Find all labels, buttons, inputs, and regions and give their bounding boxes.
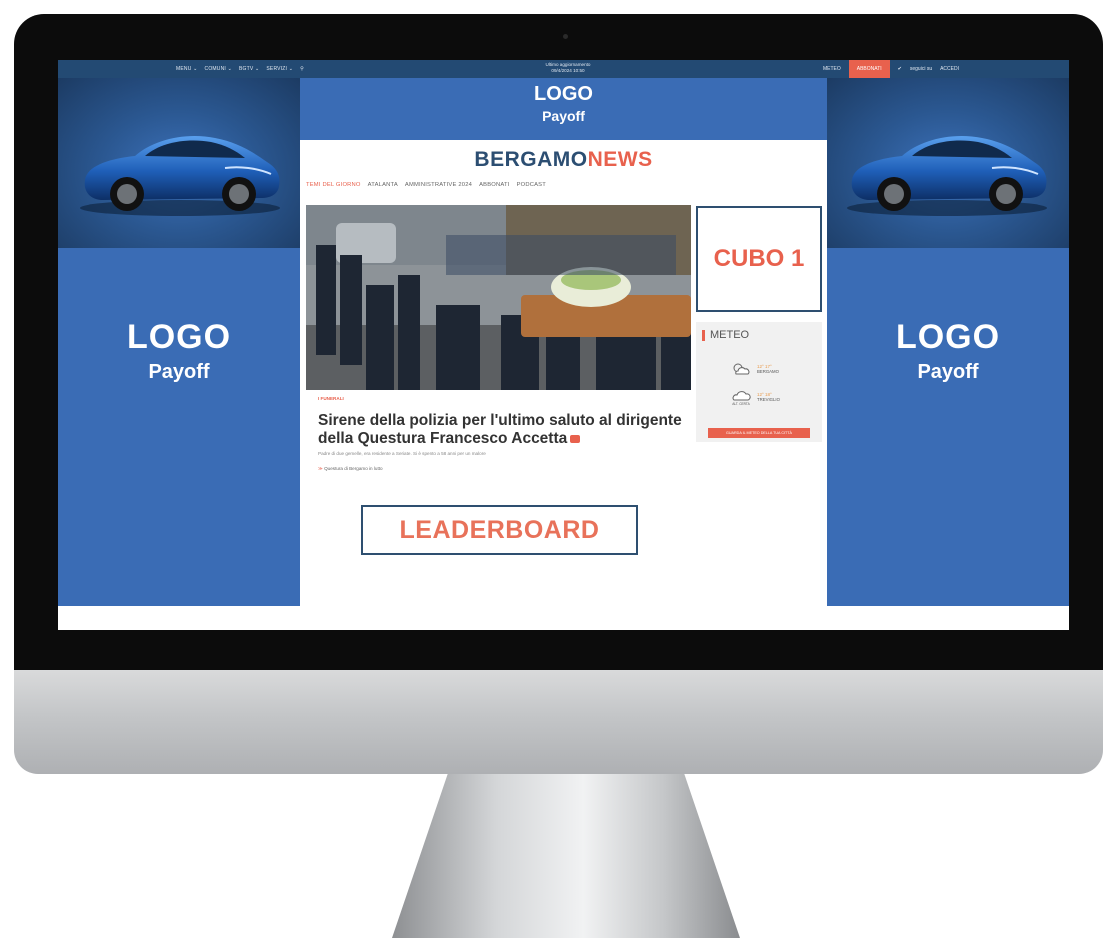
meteo-link[interactable]: METEO <box>823 66 841 72</box>
meteo-city-button[interactable]: GUARDA IL METEO DELLA TUA CITTÀ <box>708 428 810 438</box>
last-update-time: 09/4/2024 10:50 <box>551 68 585 73</box>
top-right-links: METEO ABBONATI ✔ seguici su ACCEDI <box>823 60 959 78</box>
website-content: BERGAMONEWS TEMI DEL GIORNO ATALANTA AMM… <box>300 140 827 630</box>
cubo-label: CUBO 1 <box>713 245 805 272</box>
site-logo[interactable]: BERGAMONEWS <box>300 148 827 172</box>
menu-item-amministrative[interactable]: AMMINISTRATIVE 2024 <box>405 182 472 188</box>
meteo-row-bergamo[interactable]: 12° 17° BERGAMO <box>730 362 779 376</box>
article-headline[interactable]: Sirene della polizia per l'ultimo saluto… <box>318 412 688 448</box>
chevron-down-icon: ⌄ <box>255 66 260 72</box>
search-icon[interactable]: ⚲ <box>300 66 304 72</box>
skin-right-logo-block: LOGO Payoff <box>827 318 1069 384</box>
article-hero-image[interactable] <box>306 205 691 390</box>
nav-bgtv[interactable]: BGTV ⌄ <box>239 66 259 72</box>
meteo-row-treviglio[interactable]: ALT. CERTA 12° 18° TREVIGLIO <box>730 388 780 406</box>
cubo-ad[interactable]: CUBO 1 <box>696 206 822 312</box>
chevron-down-icon: ⌄ <box>227 66 232 72</box>
camera-icon <box>563 34 568 39</box>
social-icon[interactable]: ✔ <box>898 66 902 72</box>
car-image <box>80 136 280 216</box>
skin-right-banner[interactable]: LOGO Payoff <box>827 78 1069 606</box>
skin-top-banner[interactable]: LOGO Payoff <box>300 78 827 140</box>
skin-left-logo: LOGO <box>126 318 232 356</box>
monitor-stand <box>392 774 740 938</box>
desktop-mockup: MENU ⌄ COMUNI ⌄ BGTV ⌄ SERVIZI ⌄ ⚲ Ultim… <box>0 0 1103 938</box>
meteo-title: METEO <box>702 330 749 341</box>
nav-comuni[interactable]: COMUNI ⌄ <box>205 66 232 72</box>
menu-item-abbonati[interactable]: ABBONATI <box>479 182 509 188</box>
funeral-photo <box>306 205 691 390</box>
accedi-link[interactable]: ACCEDI <box>940 66 959 72</box>
chevron-down-icon: ⌄ <box>193 66 198 72</box>
skin-left-logo-block: LOGO Payoff <box>58 318 300 384</box>
monitor-chin <box>14 670 1103 774</box>
menu-item-temi[interactable]: TEMI DEL GIORNO <box>306 182 361 188</box>
meteo-city-bergamo: BERGAMO <box>757 369 779 374</box>
chevron-down-icon: ⌄ <box>288 66 294 72</box>
skin-top-payoff: Payoff <box>542 108 585 124</box>
social-label: seguici su <box>909 66 933 72</box>
article-subtext: Padre di due gemelle, era residente a Se… <box>318 451 486 456</box>
skin-right-payoff: Payoff <box>917 361 979 383</box>
main-menu: TEMI DEL GIORNO ATALANTA AMMINISTRATIVE … <box>306 182 546 188</box>
related-link[interactable]: ≫ Questura di Bergamo in lutto <box>318 466 383 472</box>
leaderboard-label: LEADERBOARD <box>399 515 600 544</box>
skin-left-banner[interactable]: LOGO Payoff <box>58 78 300 606</box>
nav-servizi[interactable]: SERVIZI ⌄ <box>266 66 293 72</box>
menu-item-podcast[interactable]: PODCAST <box>517 182 546 188</box>
skin-left-payoff: Payoff <box>148 361 210 383</box>
last-update: Ultimo aggiornamento 09/4/2024 10:50 <box>518 62 618 74</box>
top-navigation-bar: MENU ⌄ COMUNI ⌄ BGTV ⌄ SERVIZI ⌄ ⚲ Ultim… <box>58 60 1069 78</box>
car-image <box>847 136 1047 216</box>
nav-menu[interactable]: MENU ⌄ <box>176 66 198 72</box>
menu-item-atalanta[interactable]: ATALANTA <box>368 182 398 188</box>
screen-bottom-area <box>58 606 1069 630</box>
leaderboard-ad[interactable]: LEADERBOARD <box>361 505 638 555</box>
top-menu: MENU ⌄ COMUNI ⌄ BGTV ⌄ SERVIZI ⌄ ⚲ <box>176 66 304 72</box>
meteo-note: ALT. CERTA <box>732 402 750 406</box>
monitor-screen: MENU ⌄ COMUNI ⌄ BGTV ⌄ SERVIZI ⌄ ⚲ Ultim… <box>58 60 1069 630</box>
meteo-city-treviglio: TREVIGLIO <box>757 397 780 402</box>
cloud-icon <box>732 391 751 401</box>
meteo-widget: METEO 12° 17° BERGAMO ALT. CERTA 12° 18°… <box>696 322 822 442</box>
arrow-right-icon: ≫ <box>318 466 323 471</box>
skin-right-logo: LOGO <box>895 318 1001 356</box>
abbonati-button[interactable]: ABBONATI <box>848 60 890 78</box>
article-kicker: I FUNERALI <box>318 396 344 401</box>
sun-cloud-icon <box>733 363 750 375</box>
skin-top-logo: LOGO <box>534 83 593 105</box>
camera-icon <box>570 434 581 443</box>
